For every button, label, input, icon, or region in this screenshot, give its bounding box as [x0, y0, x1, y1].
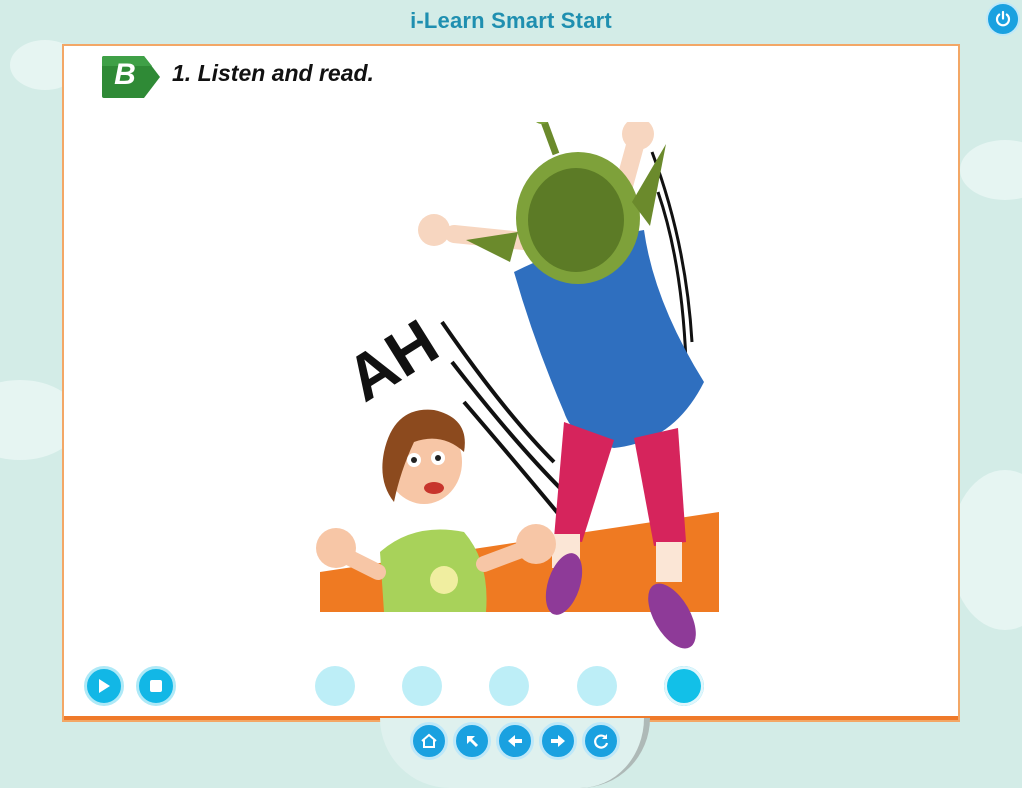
- page-dot-5[interactable]: [664, 666, 704, 706]
- section-badge: B: [100, 54, 162, 100]
- menu-back-button[interactable]: [453, 722, 491, 760]
- stop-button[interactable]: [136, 666, 176, 706]
- background-cloud: [950, 470, 1022, 630]
- lesson-illustration: AH: [316, 122, 719, 649]
- page-dot-4[interactable]: [577, 666, 617, 706]
- home-icon: [421, 733, 437, 748]
- power-button[interactable]: [986, 2, 1020, 36]
- power-icon: [995, 10, 1011, 27]
- page-dot-1[interactable]: [315, 666, 355, 706]
- content-frame: B 1. Listen and read. AH: [62, 44, 960, 722]
- arrow-right-icon: [551, 735, 565, 747]
- next-button[interactable]: [539, 722, 577, 760]
- exclamation-text: AH: [334, 305, 451, 415]
- arrow-left-icon: [508, 735, 522, 747]
- arrow-up-left-icon: [467, 736, 479, 748]
- stop-icon: [150, 680, 162, 692]
- section-letter: B: [114, 58, 136, 91]
- previous-button[interactable]: [496, 722, 534, 760]
- play-icon: [99, 679, 110, 693]
- instruction-text: 1. Listen and read.: [172, 60, 374, 86]
- play-button[interactable]: [84, 666, 124, 706]
- page-dot-3[interactable]: [489, 666, 529, 706]
- refresh-icon: [594, 734, 609, 749]
- background-cloud: [960, 140, 1022, 200]
- page-dot-2[interactable]: [402, 666, 442, 706]
- app-title: i-Learn Smart Start: [410, 8, 612, 33]
- refresh-button[interactable]: [582, 722, 620, 760]
- home-button[interactable]: [410, 722, 448, 760]
